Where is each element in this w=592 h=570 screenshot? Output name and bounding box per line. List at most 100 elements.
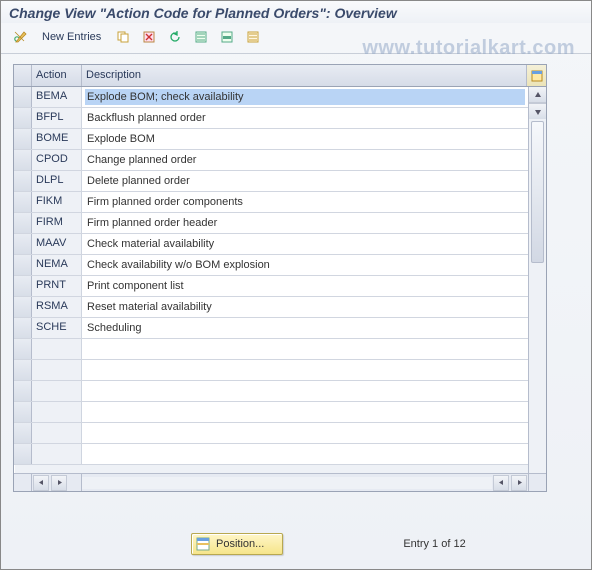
description-input[interactable] [85, 215, 525, 231]
scroll-track[interactable] [529, 119, 546, 473]
scroll-down-button[interactable] [529, 103, 546, 119]
row-selector[interactable] [14, 444, 32, 464]
undo-icon [168, 30, 182, 44]
toggle-display-change-button[interactable] [9, 27, 31, 47]
row-selector[interactable] [14, 171, 32, 191]
vertical-scrollbar[interactable] [528, 87, 546, 473]
row-selector[interactable] [14, 87, 32, 107]
row-selector[interactable] [14, 255, 32, 275]
scroll-up-button[interactable] [529, 87, 546, 103]
table-row: PRNT [14, 276, 528, 297]
table-row: NEMA [14, 255, 528, 276]
select-all-header[interactable] [14, 65, 32, 86]
select-all-button[interactable] [190, 27, 212, 47]
cell-description [82, 318, 528, 338]
cell-action [32, 444, 82, 464]
description-input[interactable] [85, 404, 525, 420]
cell-description [82, 213, 528, 233]
row-selector[interactable] [14, 339, 32, 359]
description-input[interactable] [85, 194, 525, 210]
table-row: RSMA [14, 297, 528, 318]
toolbar: New Entries [1, 23, 591, 54]
triangle-right-icon [56, 479, 63, 486]
row-selector[interactable] [14, 276, 32, 296]
description-input[interactable] [85, 110, 525, 126]
table-settings-button[interactable] [526, 65, 546, 86]
table-control: Action Description BEMABFPLBOMECPODDLPLF… [13, 64, 547, 492]
row-selector[interactable] [14, 360, 32, 380]
position-label: Position... [216, 538, 264, 550]
deselect-all-button[interactable] [242, 27, 264, 47]
new-entries-button[interactable]: New Entries [35, 27, 108, 47]
row-selector[interactable] [14, 318, 32, 338]
table-row [14, 402, 528, 423]
description-input[interactable] [85, 131, 525, 147]
description-input[interactable] [85, 383, 525, 399]
cell-description [82, 381, 528, 401]
cell-description [82, 360, 528, 380]
cell-action: FIKM [32, 192, 82, 212]
hscroll-right-desc[interactable] [511, 475, 527, 491]
row-selector[interactable] [14, 150, 32, 170]
description-input[interactable] [85, 278, 525, 294]
hscroll-spacer [14, 474, 32, 491]
cell-action: BFPL [32, 108, 82, 128]
cell-action: FIRM [32, 213, 82, 233]
undo-button[interactable] [164, 27, 186, 47]
cell-description [82, 129, 528, 149]
select-all-icon [194, 30, 208, 44]
cell-action [32, 423, 82, 443]
hscroll-track[interactable] [82, 477, 492, 489]
description-input[interactable] [85, 341, 525, 357]
column-header-description[interactable]: Description [82, 65, 526, 86]
delete-icon [142, 30, 156, 44]
hscroll-left-desc[interactable] [493, 475, 509, 491]
copy-button[interactable] [112, 27, 134, 47]
table-row [14, 381, 528, 402]
description-input[interactable] [85, 89, 525, 105]
cell-action: DLPL [32, 171, 82, 191]
select-block-button[interactable] [216, 27, 238, 47]
cell-description [82, 192, 528, 212]
cell-description [82, 339, 528, 359]
scroll-thumb[interactable] [531, 121, 544, 263]
description-input[interactable] [85, 152, 525, 168]
new-entries-label: New Entries [42, 31, 101, 43]
row-selector[interactable] [14, 192, 32, 212]
description-input[interactable] [85, 320, 525, 336]
cell-description [82, 402, 528, 422]
cell-description [82, 423, 528, 443]
description-input[interactable] [85, 236, 525, 252]
row-selector[interactable] [14, 108, 32, 128]
hscroll-left-action[interactable] [33, 475, 49, 491]
cell-description [82, 150, 528, 170]
column-header-action[interactable]: Action [32, 65, 82, 86]
hscroll-right-action[interactable] [51, 475, 67, 491]
triangle-down-icon [534, 108, 542, 116]
sap-window: Change View "Action Code for Planned Ord… [0, 0, 592, 570]
description-input[interactable] [85, 173, 525, 189]
cell-description [82, 87, 528, 107]
row-selector[interactable] [14, 129, 32, 149]
row-selector[interactable] [14, 423, 32, 443]
row-selector[interactable] [14, 381, 32, 401]
cell-description [82, 234, 528, 254]
row-selector[interactable] [14, 234, 32, 254]
horizontal-scrollbar[interactable] [14, 473, 546, 491]
hscroll-corner [528, 474, 546, 491]
row-selector[interactable] [14, 402, 32, 422]
description-input[interactable] [85, 299, 525, 315]
cell-action: BOME [32, 129, 82, 149]
cell-action [32, 339, 82, 359]
triangle-left-icon [498, 479, 505, 486]
position-button[interactable]: Position... [191, 533, 283, 555]
description-input[interactable] [85, 362, 525, 378]
description-input[interactable] [85, 425, 525, 441]
row-selector[interactable] [14, 297, 32, 317]
cell-action: RSMA [32, 297, 82, 317]
description-input[interactable] [85, 257, 525, 273]
triangle-right-icon [516, 479, 523, 486]
description-input[interactable] [85, 446, 525, 462]
row-selector[interactable] [14, 213, 32, 233]
delete-button[interactable] [138, 27, 160, 47]
